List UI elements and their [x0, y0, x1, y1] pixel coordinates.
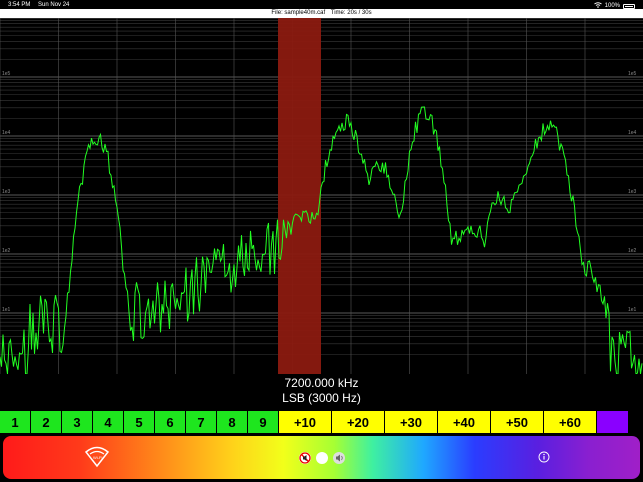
log-label-1e3: 1e3 — [2, 189, 11, 195]
log-label-1e5: 1e5 — [2, 71, 11, 77]
frequency-label: 7200.000 kHz — [284, 376, 359, 390]
mode-label: LSB (3000 Hz) — [282, 391, 361, 405]
log-label-1e2: 1e2 — [2, 248, 11, 254]
s-meter-cell: 4 — [93, 411, 124, 433]
s-meter-cell: 2 — [31, 411, 62, 433]
s-meter-cell: +60 — [544, 411, 597, 433]
tuning-band[interactable] — [278, 18, 321, 374]
s-meter-cell: +40 — [438, 411, 491, 433]
info-icon — [538, 451, 550, 463]
log-label-1e2-right: 1e2 — [628, 248, 637, 254]
s-meter-cell: +50 — [491, 411, 544, 433]
svg-text:Wi-Fi: Wi-Fi — [93, 455, 102, 460]
battery-icon — [623, 3, 635, 9]
s-meter-cell: 1 — [0, 411, 31, 433]
s-meter-cell: +20 — [332, 411, 385, 433]
log-label-1e5-right: 1e5 — [628, 71, 637, 77]
file-time: Time: 20s / 30s — [330, 10, 372, 16]
status-date: Sun Nov 24 — [38, 2, 70, 8]
s-meter-cell: 9 — [248, 411, 279, 433]
status-left: 3:54 PM Sun Nov 24 — [8, 2, 75, 8]
log-label-1e4: 1e4 — [2, 130, 11, 136]
log-label-1e1-right: 1e1 — [628, 307, 637, 313]
info-button[interactable] — [536, 449, 552, 465]
control-panel: Wi-Fi — [3, 436, 640, 479]
file-name: File: sample40m.caf — [271, 10, 326, 16]
log-label-1e3-right: 1e3 — [628, 189, 637, 195]
s-meter-cell: 7 — [186, 411, 217, 433]
s-meter-cell: +10 — [279, 411, 332, 433]
volume-slider-knob[interactable] — [316, 451, 328, 464]
wifi-logo-button[interactable]: Wi-Fi — [81, 444, 113, 470]
file-info-bar: File: sample40m.caf Time: 20s / 30s — [0, 9, 643, 18]
s-meter-cell: 8 — [217, 411, 248, 433]
status-time: 3:54 PM — [8, 2, 31, 8]
s-meter-cell: 3 — [62, 411, 93, 433]
s-meter-cell: 5 — [124, 411, 155, 433]
s-meter-cell: +30 — [385, 411, 438, 433]
s-meter-cell — [597, 411, 629, 433]
mute-icon — [299, 451, 311, 464]
s-meter-cell: 6 — [155, 411, 186, 433]
log-label-1e4-right: 1e4 — [628, 130, 637, 136]
wifi-logo-icon: Wi-Fi — [84, 446, 110, 468]
mute-toggle[interactable] — [292, 449, 352, 466]
volume-icon — [333, 451, 345, 464]
tuning-readout: 7200.000 kHz LSB (3000 Hz) — [0, 376, 643, 406]
s-meter: 1 2 3 4 5 6 7 8 9 +10 +20 +30 +40 +50 +60 — [0, 411, 643, 433]
log-label-1e1: 1e1 — [2, 307, 11, 313]
spectrum-display[interactable]: 1e5 1e4 1e3 1e2 1e1 1e5 1e4 1e3 1e2 1e1 — [0, 18, 643, 374]
